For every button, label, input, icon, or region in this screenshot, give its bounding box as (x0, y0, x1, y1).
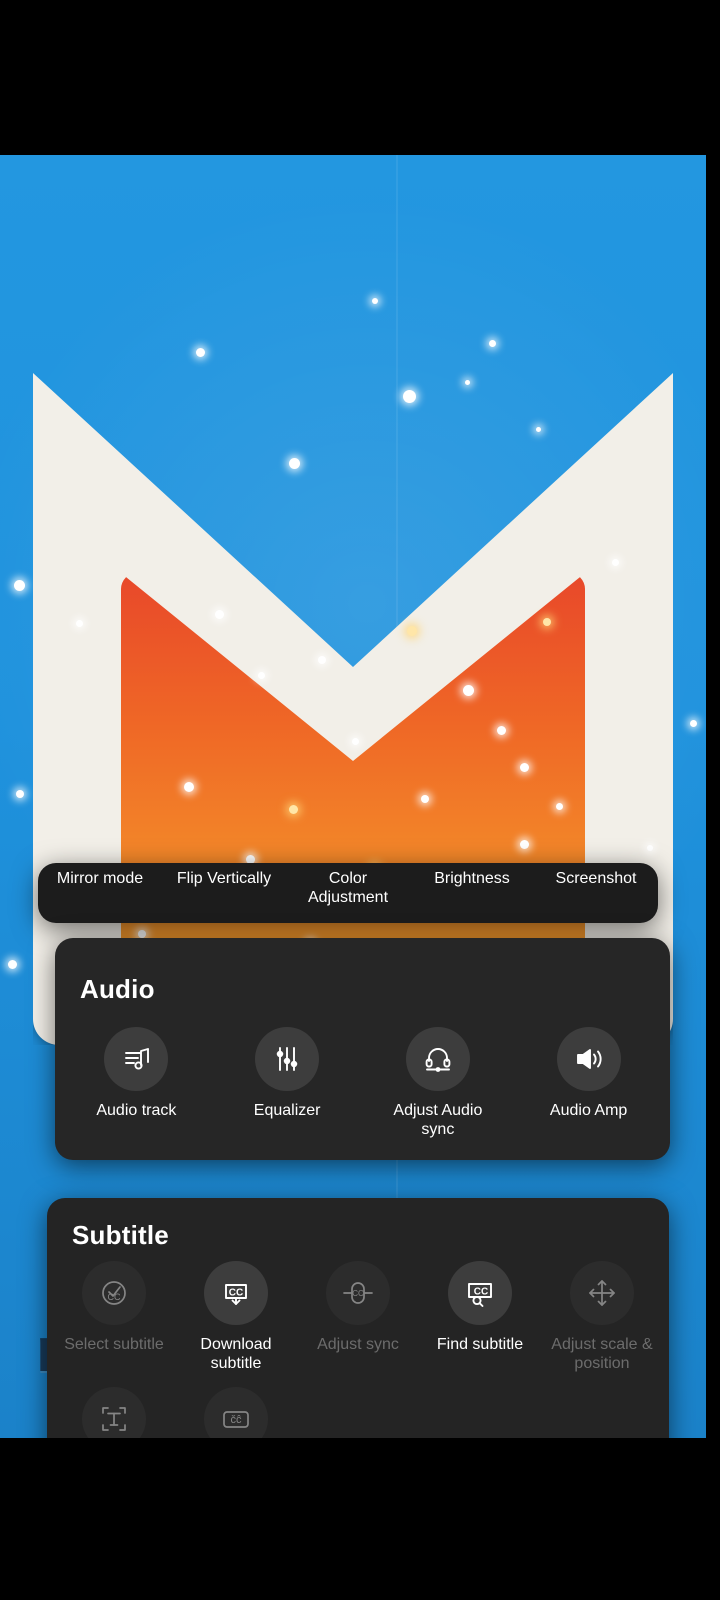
move-arrows-circle (570, 1261, 634, 1325)
status-bar-area (0, 0, 720, 155)
subtitle-item-adjust-scale-position[interactable]: Adjust scale & position (541, 1261, 663, 1373)
subtitle-item-label: Adjust scale & position (551, 1336, 653, 1372)
headphone-sync-circle (405, 1027, 470, 1091)
cc-download-circle: CC (204, 1261, 268, 1325)
cc-search-icon: CC (464, 1277, 496, 1309)
audio-item-label: Audio Amp (549, 1102, 628, 1119)
audio-item-audio-track[interactable]: Audio track (61, 1027, 212, 1139)
audio-track-icon (120, 1043, 152, 1075)
subtitle-item-select-subtitle[interactable]: CC Select subtitle (53, 1261, 175, 1373)
audio-panel-title: Audio (80, 974, 155, 1004)
right-letterbox (706, 0, 720, 1600)
headphone-sync-icon (422, 1043, 454, 1075)
audio-item-label: Equalizer (253, 1102, 321, 1119)
video-tool-screenshot[interactable]: Screenshot (534, 869, 658, 888)
cc-encoding-icon: čĉ (220, 1403, 252, 1435)
video-tool-mirror-mode[interactable]: Mirror mode (38, 869, 162, 888)
audio-item-label: Adjust Audio sync (393, 1102, 483, 1138)
cc-search-circle: CC (448, 1261, 512, 1325)
text-frame-icon (98, 1403, 130, 1435)
video-tool-flip-vertically[interactable]: Flip Vertically (162, 869, 286, 888)
video-tool-color-adjustment[interactable]: Color Adjustment (286, 869, 410, 907)
video-tools-panel: Mirror mode Flip Vertically Color Adjust… (38, 863, 658, 923)
svg-text:CC: CC (229, 1288, 243, 1299)
subtitle-item-download-subtitle[interactable]: CC Download subtitle (175, 1261, 297, 1373)
cc-sync-slider-circle: CC (326, 1261, 390, 1325)
svg-text:CC: CC (108, 1292, 121, 1302)
subtitle-item-find-subtitle[interactable]: CC Find subtitle (419, 1261, 541, 1373)
cc-sync-slider-icon: CC (342, 1277, 374, 1309)
audio-items-grid: Audio track Equalizer Adjust Audio sync … (55, 1005, 670, 1153)
move-arrows-icon (586, 1277, 618, 1309)
subtitle-item-label: Select subtitle (64, 1336, 164, 1353)
audio-track-circle (104, 1027, 169, 1091)
cc-check-circle: CC (82, 1261, 146, 1325)
video-tool-brightness[interactable]: Brightness (410, 869, 534, 888)
svg-text:CC: CC (352, 1289, 364, 1298)
video-tools-row: Mirror mode Flip Vertically Color Adjust… (38, 863, 658, 907)
audio-item-adjust-audio-sync[interactable]: Adjust Audio sync (363, 1027, 514, 1139)
audio-panel: Audio Audio track Equalizer Adjust Audio… (55, 938, 670, 1160)
phone-screen: narevine.com Mirror mode Flip Vertically… (0, 0, 720, 1600)
subtitle-item-label: Download subtitle (200, 1336, 272, 1372)
equalizer-icon (271, 1043, 303, 1075)
navigation-bar-area (0, 1438, 720, 1600)
svg-text:čĉ: čĉ (231, 1414, 243, 1426)
cc-check-icon: CC (98, 1277, 130, 1309)
svg-text:CC: CC (474, 1287, 488, 1298)
audio-item-audio-amp[interactable]: Audio Amp (513, 1027, 664, 1139)
cc-download-icon: CC (220, 1277, 252, 1309)
subtitle-item-label: Find subtitle (436, 1336, 524, 1353)
subtitle-item-adjust-sync[interactable]: CC Adjust sync (297, 1261, 419, 1373)
subtitle-panel-title: Subtitle (72, 1220, 169, 1250)
subtitle-item-label: Adjust sync (317, 1336, 399, 1353)
speaker-icon (573, 1043, 605, 1075)
speaker-circle (556, 1027, 621, 1091)
audio-item-equalizer[interactable]: Equalizer (212, 1027, 363, 1139)
audio-item-label: Audio track (96, 1102, 177, 1119)
equalizer-circle (255, 1027, 320, 1091)
